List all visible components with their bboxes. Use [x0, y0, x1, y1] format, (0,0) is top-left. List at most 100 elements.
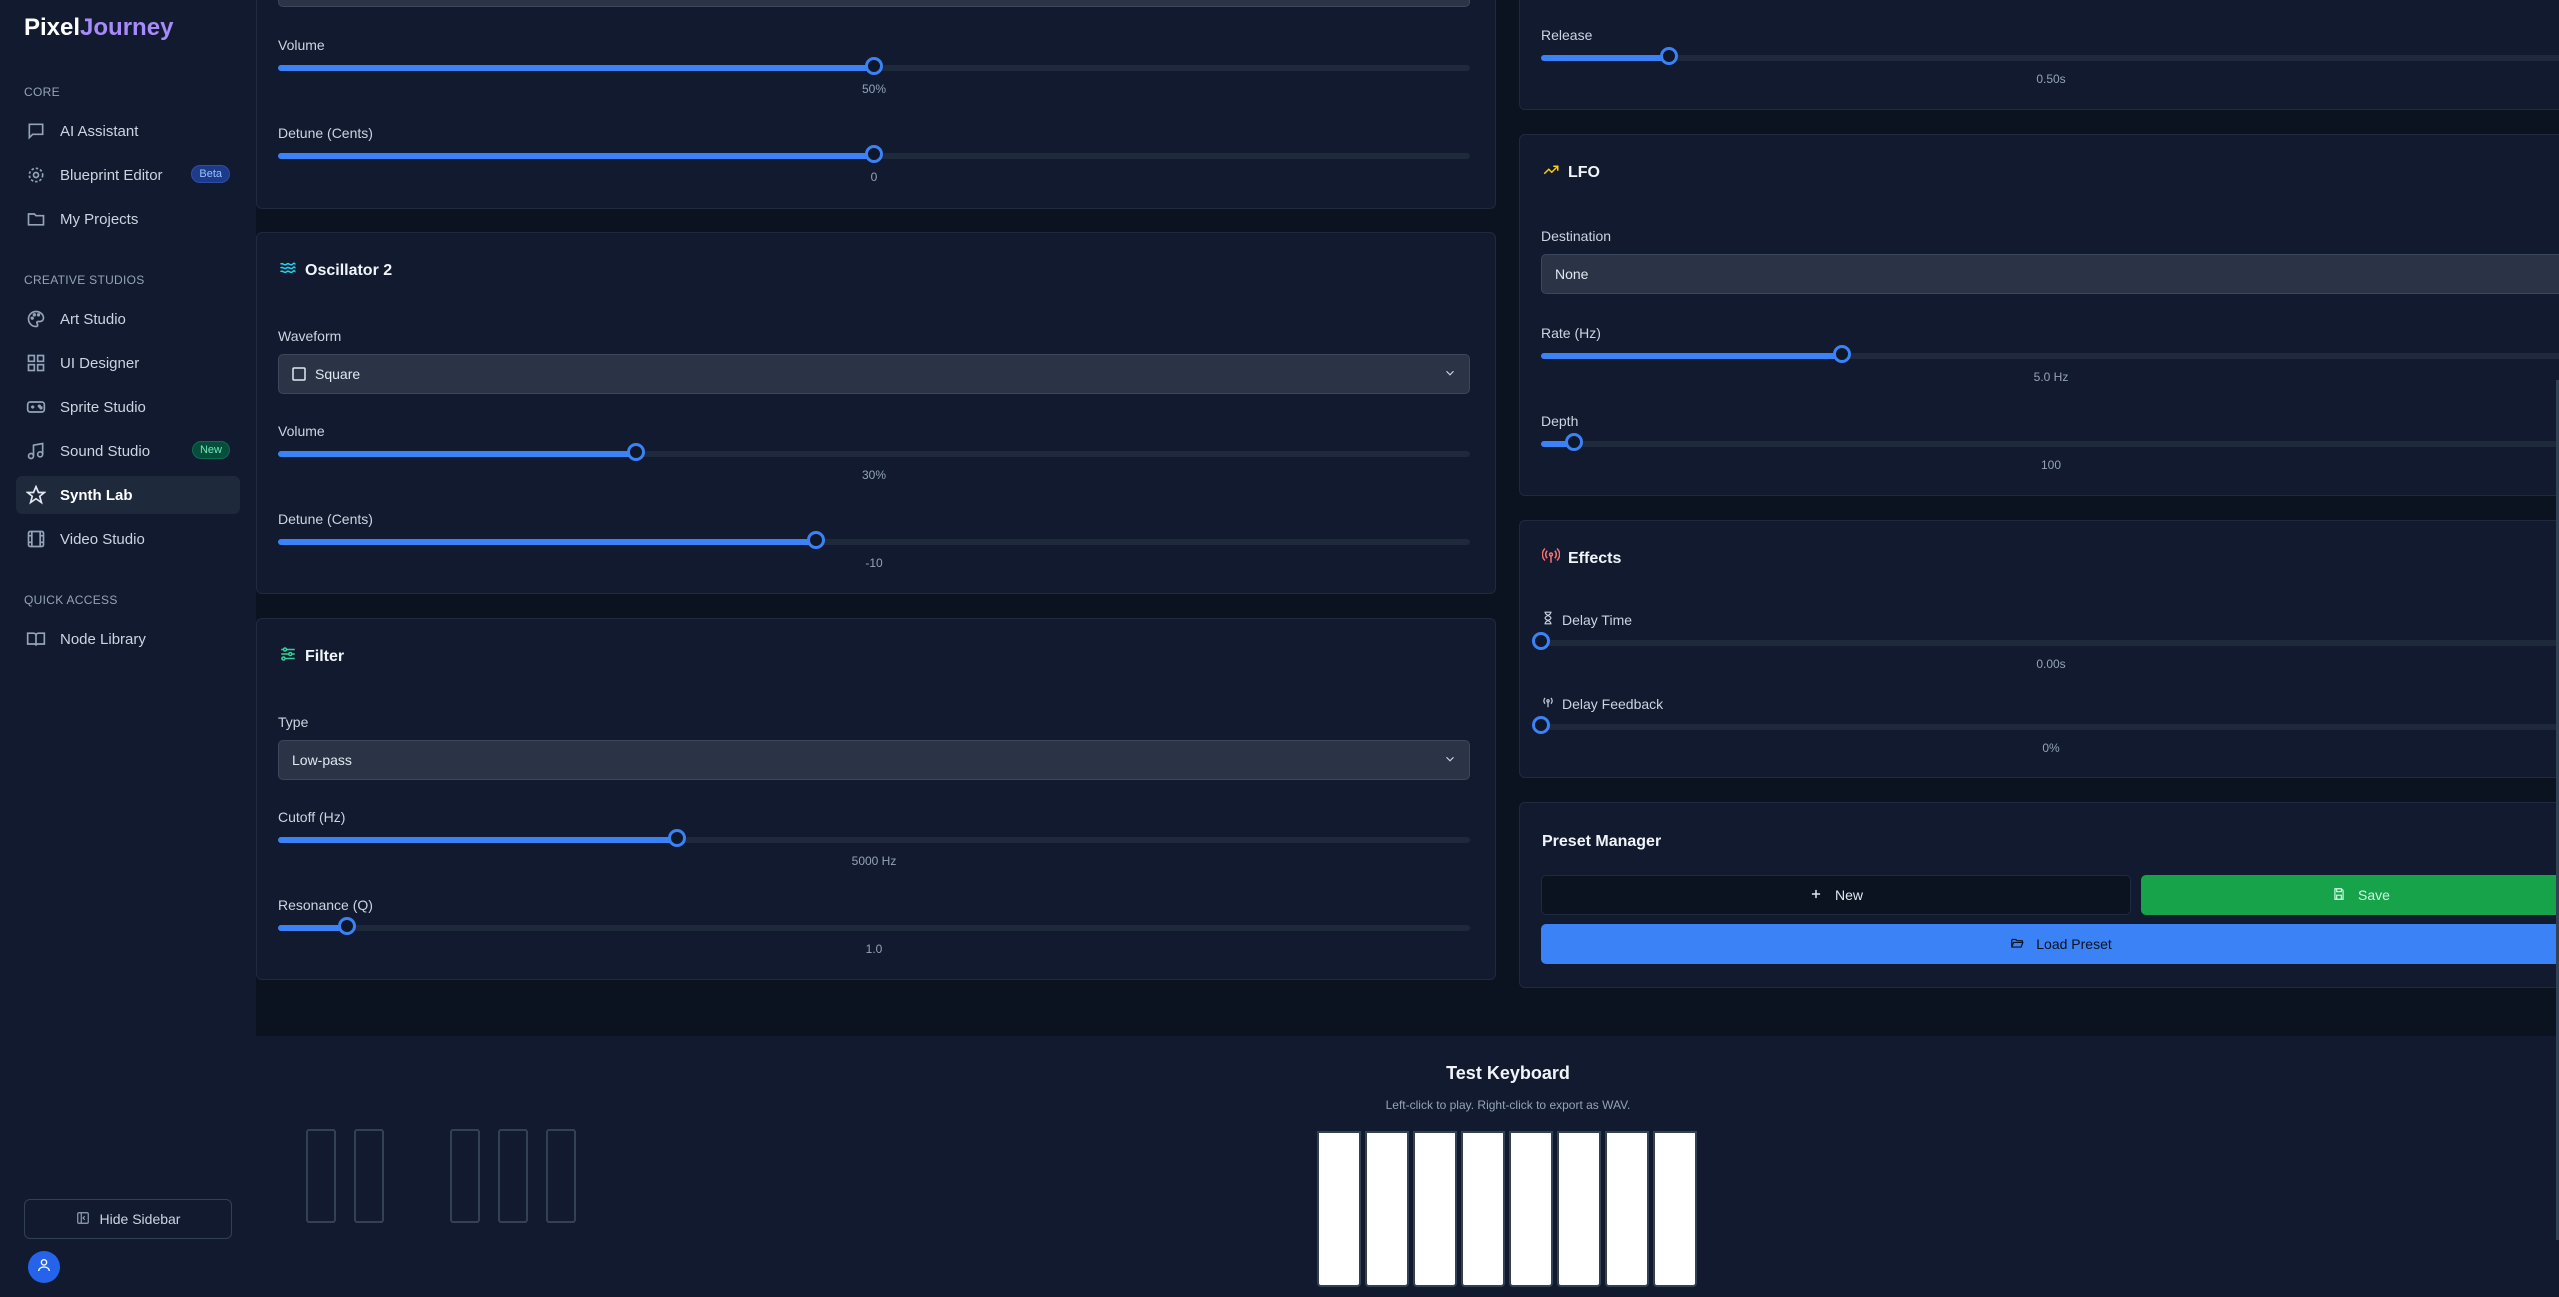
slider-thumb[interactable]	[1659, 47, 1678, 65]
new-preset-button[interactable]: New	[1541, 875, 2131, 915]
osc1-waveform-select[interactable]	[278, 0, 1470, 7]
wave-icon	[279, 259, 297, 282]
sidebar-item-sprite-studio[interactable]: Sprite Studio	[16, 388, 240, 426]
lfo-depth-label: Depth	[1541, 413, 1579, 429]
slider-thumb[interactable]	[1832, 345, 1851, 363]
osc2-detune-label: Detune (Cents)	[278, 511, 373, 527]
sidebar-item-synth-lab[interactable]: Synth Lab	[16, 476, 240, 514]
piano-key[interactable]	[1557, 1131, 1601, 1287]
ghost-key[interactable]	[306, 1129, 336, 1223]
release-value: 0.50s	[2036, 72, 2066, 86]
lfo-destination-label: Destination	[1541, 228, 1612, 244]
piano-key[interactable]	[1605, 1131, 1649, 1287]
filter-type-label: Type	[278, 714, 309, 730]
logo-part-2: Journey	[80, 14, 174, 41]
square-wave-icon	[292, 367, 306, 381]
delay-feedback-slider[interactable]	[1532, 716, 2559, 734]
filter-title: Filter	[279, 645, 344, 668]
slider-thumb[interactable]	[1532, 716, 1550, 734]
slider-thumb[interactable]	[806, 531, 825, 549]
sidebar-item-ai-assistant[interactable]: AI Assistant	[16, 112, 240, 150]
osc1-detune-label: Detune (Cents)	[278, 125, 373, 141]
osc2-waveform-label: Waveform	[278, 328, 342, 344]
slider-thumb[interactable]	[338, 917, 357, 935]
osc2-volume-value: 30%	[861, 468, 887, 482]
ghost-key[interactable]	[450, 1129, 480, 1223]
release-slider[interactable]	[1541, 47, 2559, 65]
delay-feedback-value: 0%	[2042, 741, 2060, 755]
filter-cutoff-slider[interactable]	[278, 829, 1470, 847]
piano-key[interactable]	[1653, 1131, 1697, 1287]
piano-key[interactable]	[1365, 1131, 1409, 1287]
slider-fill	[1541, 353, 1842, 359]
sidebar-item-my-projects[interactable]: My Projects	[16, 200, 240, 238]
sidebar-item-label: My Projects	[60, 210, 139, 228]
osc2-waveform-select[interactable]: Square	[278, 354, 1470, 394]
filter-type-select[interactable]: Low-pass	[278, 740, 1470, 780]
osc2-title-text: Oscillator 2	[305, 261, 393, 279]
effects-panel: Effects Delay Time 0.00s Delay Feedback …	[1519, 520, 2559, 778]
hourglass-icon	[1541, 611, 1555, 628]
slider-thumb[interactable]	[865, 57, 883, 75]
load-preset-button[interactable]: Load Preset	[1541, 924, 2559, 964]
logo-part-1: Pixel	[24, 14, 81, 41]
sidebar-item-sound-studio[interactable]: Sound Studio New	[16, 432, 240, 470]
filter-resonance-value: 1.0	[865, 942, 883, 956]
lfo-title-text: LFO	[1568, 163, 1600, 181]
osc1-volume-slider[interactable]	[278, 57, 1470, 75]
lfo-title: LFO	[1542, 161, 1600, 184]
piano-key[interactable]	[1317, 1131, 1361, 1287]
new-badge: New	[191, 441, 230, 459]
sidebar-item-label: Sprite Studio	[60, 398, 146, 416]
lfo-panel: LFO Destination None Rate (Hz) 5.0 Hz De…	[1519, 134, 2559, 496]
avatar[interactable]	[28, 1251, 60, 1283]
lfo-destination-select[interactable]: None	[1541, 254, 2559, 294]
slider-fill	[278, 65, 874, 71]
slider-fill	[278, 925, 348, 931]
folder-open-icon	[2010, 936, 2024, 953]
piano-key[interactable]	[1509, 1131, 1553, 1287]
ghost-key[interactable]	[354, 1129, 384, 1223]
slider-thumb[interactable]	[1532, 632, 1550, 650]
save-icon	[2332, 887, 2346, 904]
star-icon	[24, 483, 48, 507]
slider-thumb[interactable]	[865, 145, 883, 163]
ghost-key[interactable]	[546, 1129, 576, 1223]
osc1-detune-slider[interactable]	[278, 145, 1470, 163]
ghost-key[interactable]	[498, 1129, 528, 1223]
piano-key[interactable]	[1461, 1131, 1505, 1287]
hide-sidebar-button[interactable]: Hide Sidebar	[24, 1199, 232, 1239]
lfo-depth-slider[interactable]	[1541, 433, 2559, 451]
piano-key[interactable]	[1413, 1131, 1457, 1287]
save-preset-button[interactable]: Save	[2141, 875, 2559, 915]
sidebar-item-ui-designer[interactable]: UI Designer	[16, 344, 240, 382]
osc2-detune-value: -10	[865, 556, 883, 570]
sidebar-item-blueprint-editor[interactable]: Blueprint Editor Beta	[16, 156, 240, 194]
lfo-rate-slider[interactable]	[1541, 345, 2559, 363]
sidebar-item-node-library[interactable]: Node Library	[16, 620, 240, 658]
gear-icon	[24, 163, 48, 187]
filter-cutoff-label: Cutoff (Hz)	[278, 809, 346, 825]
sidebar-item-label: Sound Studio	[60, 442, 151, 460]
delay-feedback-label: Delay Feedback	[1541, 695, 1663, 712]
slider-thumb[interactable]	[626, 443, 645, 461]
app-logo[interactable]: PixelJourney	[24, 14, 173, 42]
delay-time-slider[interactable]	[1532, 632, 2559, 650]
sidebar-item-video-studio[interactable]: Video Studio	[16, 520, 240, 558]
osc2-volume-slider[interactable]	[278, 443, 1470, 461]
slider-fill	[1541, 55, 1669, 61]
sidebar-item-label: Node Library	[60, 630, 146, 648]
slider-fill	[278, 539, 816, 545]
music-note-icon	[24, 439, 48, 463]
user-icon	[36, 1257, 52, 1278]
sidebar-item-label: Video Studio	[60, 530, 145, 548]
slider-fill	[278, 451, 636, 457]
slider-thumb[interactable]	[1564, 433, 1583, 451]
section-core: CORE	[24, 85, 60, 99]
sidebar-item-art-studio[interactable]: Art Studio	[16, 300, 240, 338]
keyboard-title: Test Keyboard	[1446, 1063, 1570, 1083]
slider-thumb[interactable]	[668, 829, 687, 847]
osc2-detune-slider[interactable]	[278, 531, 1470, 549]
sidebar-item-label: Art Studio	[60, 310, 126, 328]
filter-resonance-slider[interactable]	[278, 917, 1470, 935]
